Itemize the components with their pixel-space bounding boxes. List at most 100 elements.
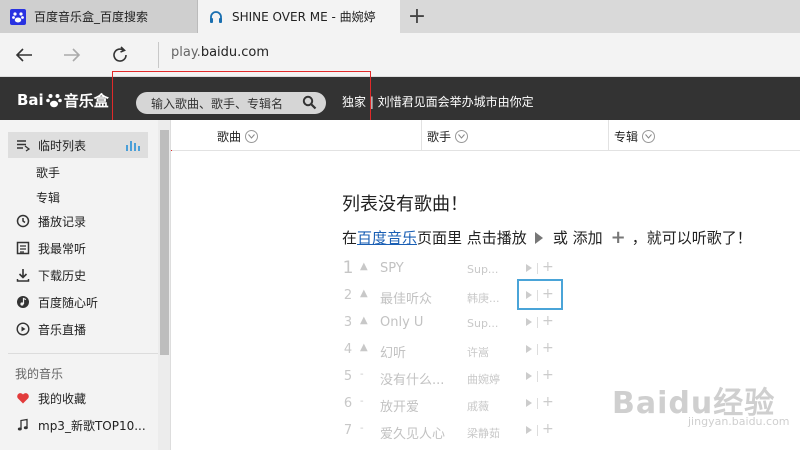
sidebar-item-playlist-top10[interactable]: mp3_新歌TOP10...: [8, 412, 148, 438]
column-label: 歌手: [427, 130, 452, 144]
suggestion-row[interactable]: 3 ▲ Only U Sup... +: [342, 312, 562, 334]
forward-button[interactable]: [58, 41, 86, 69]
artist-name: 曲婉婷: [467, 373, 500, 386]
trend-icon: ▲: [360, 288, 368, 299]
suggestion-row[interactable]: 4 ▲ 幻听 许嵩 +: [342, 339, 562, 361]
sidebar-item-artist[interactable]: 歌手: [36, 164, 60, 181]
radio-icon: [16, 295, 30, 309]
baidu-music-link[interactable]: 百度音乐: [357, 227, 417, 248]
tab-baidu-music[interactable]: SHINE OVER ME - 曲婉婷: [198, 0, 400, 33]
refresh-icon: [113, 46, 127, 62]
rank-number: 5: [343, 369, 353, 384]
trend-icon: ▲: [360, 342, 368, 353]
play-icon[interactable]: [526, 426, 532, 434]
app-header: Bai 音乐盒 独家 | 刘惜君见面会举办城市由你定: [0, 77, 800, 120]
column-album[interactable]: 专辑: [614, 128, 656, 145]
playlist-icon: [16, 138, 30, 152]
song-title: Only U: [380, 315, 424, 330]
rank-number: 2: [343, 288, 353, 303]
play-icon[interactable]: [526, 264, 532, 272]
trend-icon: -: [360, 423, 364, 434]
plus-icon[interactable]: +: [542, 340, 554, 356]
sidebar: 临时列表 歌手 专辑 播放记录 我最常听 下载历史 百度随心听 音乐直播 我的音…: [0, 120, 171, 450]
play-icon[interactable]: [526, 345, 532, 353]
plus-icon[interactable]: +: [542, 286, 554, 302]
plus-icon[interactable]: +: [542, 259, 554, 275]
new-tab-button[interactable]: +: [402, 0, 432, 33]
song-title: 最佳听众: [380, 292, 433, 307]
sidebar-item-live[interactable]: 音乐直播: [8, 316, 148, 342]
sidebar-section-title: 我的音乐: [15, 367, 64, 381]
equalizer-icon: [126, 141, 140, 151]
hint-text: 或 添加: [552, 229, 603, 247]
play-icon[interactable]: [526, 291, 532, 299]
search-input[interactable]: 输入歌曲、歌手、专辑名: [136, 92, 326, 114]
rank-number: 3: [343, 315, 353, 330]
headphones-icon: [208, 9, 224, 25]
sidebar-item-downloads[interactable]: 下载历史: [8, 262, 148, 288]
plus-icon[interactable]: +: [542, 421, 554, 437]
navigation-bar: play.baidu.com: [0, 33, 800, 77]
column-divider: [608, 120, 609, 151]
chevron-down-icon: [245, 130, 259, 143]
download-icon: [16, 268, 30, 282]
trend-icon: ▲: [360, 261, 368, 272]
chevron-down-icon: [642, 130, 656, 143]
plus-icon[interactable]: +: [542, 367, 554, 383]
play-icon[interactable]: [526, 318, 532, 326]
hint-text: 在: [342, 229, 358, 247]
artist-name: 梁静茹: [467, 427, 500, 440]
empty-list-title: 列表没有歌曲！: [342, 194, 468, 215]
logo-text: Bai: [17, 91, 44, 109]
sidebar-item-album[interactable]: 专辑: [36, 189, 60, 206]
tab-title: 百度音乐盒_百度搜索: [34, 10, 149, 24]
sidebar-item-history[interactable]: 播放记录: [8, 208, 148, 234]
sidebar-scroll-thumb[interactable]: [160, 130, 169, 355]
plus-icon: +: [610, 227, 626, 248]
playlist-table-header: 歌曲 歌手 专辑: [172, 120, 800, 151]
column-song[interactable]: 歌曲: [217, 128, 259, 145]
suggestion-row[interactable]: 2 ▲ 最佳听众 韩庚... +: [342, 285, 562, 307]
column-artist[interactable]: 歌手: [427, 128, 469, 145]
song-title: SPY: [380, 261, 404, 276]
hint-text: 页面里 点击播放: [417, 229, 527, 247]
sidebar-item-frequent[interactable]: 我最常听: [8, 235, 148, 261]
suggestion-row[interactable]: 7 - 爱久见人心 梁静茹 +: [342, 420, 562, 442]
plus-icon[interactable]: +: [542, 394, 554, 410]
address-field[interactable]: play.baidu.com: [171, 45, 269, 60]
song-title: 没有什么...: [380, 373, 445, 388]
plus-icon[interactable]: +: [542, 313, 554, 329]
rank-number: 1: [342, 258, 354, 278]
artist-name: 戚薇: [467, 400, 489, 413]
artist-name: Sup...: [467, 317, 499, 330]
sidebar-item-temp-list[interactable]: 临时列表: [8, 132, 148, 158]
promo-link[interactable]: 独家 | 刘惜君见面会举办城市由你定: [342, 93, 534, 110]
tab-baidu-search[interactable]: 百度音乐盒_百度搜索: [0, 0, 198, 33]
suggestion-row[interactable]: 5 - 没有什么... 曲婉婷 +: [342, 366, 562, 388]
back-arrow-icon: [15, 48, 32, 62]
chevron-down-icon: [455, 130, 469, 143]
search-placeholder: 输入歌曲、歌手、专辑名: [151, 96, 284, 111]
sidebar-item-label: 下载历史: [38, 268, 87, 283]
play-icon[interactable]: [526, 372, 532, 380]
search-icon[interactable]: [302, 95, 317, 113]
back-button[interactable]: [10, 41, 38, 69]
artist-name: Sup...: [467, 263, 499, 276]
sidebar-item-label: 播放记录: [38, 214, 87, 229]
sidebar-item-label: 我的收藏: [38, 391, 87, 406]
frequent-icon: [16, 241, 30, 255]
baidu-music-logo[interactable]: Bai 音乐盒: [17, 91, 109, 110]
sidebar-item-label: 百度随心听: [38, 295, 99, 310]
rank-number: 6: [343, 396, 353, 411]
play-icon[interactable]: [526, 399, 532, 407]
heart-icon: [16, 391, 30, 405]
suggestion-row[interactable]: 6 - 放开爱 戚薇 +: [342, 393, 562, 415]
sidebar-item-favorites[interactable]: 我的收藏: [8, 385, 148, 411]
suggestion-row[interactable]: 1 ▲ SPY Sup... +: [342, 258, 562, 280]
sidebar-item-radio[interactable]: 百度随心听: [8, 289, 148, 315]
live-icon: [16, 322, 30, 336]
song-title: 幻听: [380, 346, 407, 361]
rank-number: 7: [343, 423, 353, 438]
refresh-button[interactable]: [106, 41, 134, 69]
column-divider: [421, 120, 422, 151]
